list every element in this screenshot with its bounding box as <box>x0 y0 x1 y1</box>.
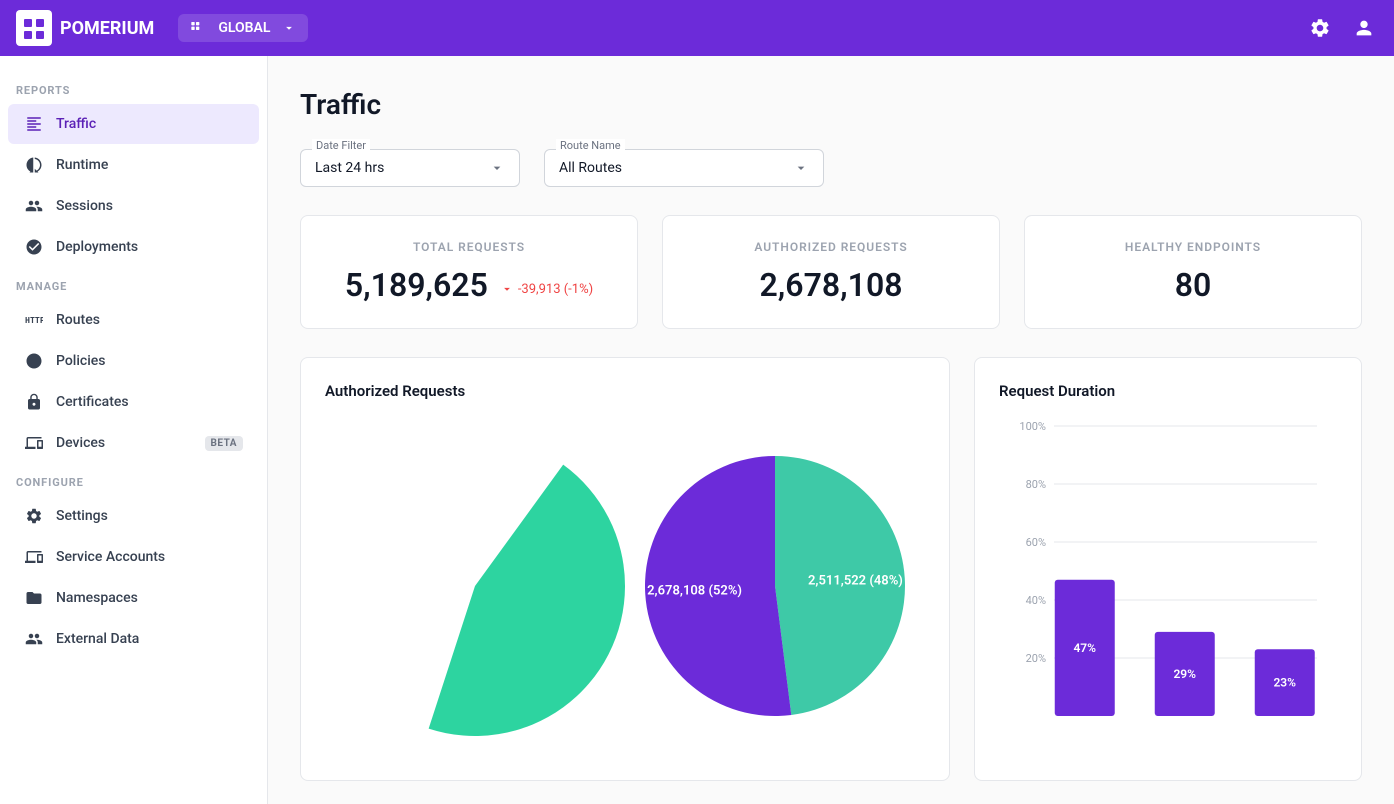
route-filter-select[interactable]: All Routes <box>544 149 824 187</box>
pie-chart <box>325 436 625 736</box>
page-title: Traffic <box>300 88 1362 121</box>
policies-icon <box>24 351 44 371</box>
route-filter-label: Route Name <box>556 139 625 152</box>
topbar-right <box>1306 14 1378 42</box>
total-requests-card: TOTAL REQUESTS 5,189,625 -39,913 (-1%) <box>300 215 638 329</box>
pie-chart-container: 2,511,522 (48%) 2,678,108 (52%) <box>325 416 925 756</box>
sidebar-item-runtime[interactable]: Runtime <box>8 145 259 185</box>
svg-text:2,511,522 (48%): 2,511,522 (48%) <box>808 573 903 588</box>
topbar-left: POMERIUM GLOBAL <box>16 10 308 46</box>
settings-sidebar-icon <box>24 506 44 526</box>
sidebar-item-namespaces[interactable]: Namespaces <box>8 578 259 618</box>
svg-text:40%: 40% <box>1026 594 1046 607</box>
beta-badge: BETA <box>205 436 244 451</box>
authorized-requests-chart-title: Authorized Requests <box>325 382 925 400</box>
svg-text:23%: 23% <box>1273 676 1296 690</box>
healthy-endpoints-label: HEALTHY ENDPOINTS <box>1049 240 1337 254</box>
user-icon[interactable] <box>1350 14 1378 42</box>
request-duration-chart-title: Request Duration <box>999 382 1337 400</box>
bar-chart-svg: 100% 80% 60% 40% 20% 47% 29% 23% <box>999 416 1337 736</box>
logo-icon <box>16 10 52 46</box>
sidebar-item-sessions[interactable]: Sessions <box>8 186 259 226</box>
authorized-requests-value: 2,678,108 <box>687 266 975 304</box>
configure-section-label: CONFIGURE <box>0 464 267 495</box>
svg-text:29%: 29% <box>1173 667 1196 681</box>
sidebar-item-devices[interactable]: Devices BETA <box>8 423 259 463</box>
certificates-icon <box>24 392 44 412</box>
sidebar-item-traffic[interactable]: Traffic <box>8 104 259 144</box>
manage-section-label: MANAGE <box>0 268 267 299</box>
devices-icon <box>24 433 44 453</box>
stats-row: TOTAL REQUESTS 5,189,625 -39,913 (-1%) A… <box>300 215 1362 329</box>
topbar: POMERIUM GLOBAL <box>0 0 1394 56</box>
settings-icon[interactable] <box>1306 14 1334 42</box>
svg-text:20%: 20% <box>1026 652 1046 665</box>
svg-text:2,678,108 (52%): 2,678,108 (52%) <box>647 583 742 598</box>
charts-row: Authorized Requests 2,511,522 (48%) 2,678… <box>300 357 1362 781</box>
healthy-endpoints-card: HEALTHY ENDPOINTS 80 <box>1024 215 1362 329</box>
bar-chart-container: 100% 80% 60% 40% 20% 47% 29% 23% <box>999 416 1337 756</box>
sessions-icon <box>24 196 44 216</box>
svg-text:80%: 80% <box>1026 478 1046 491</box>
sidebar: REPORTS Traffic Runtime Sessions Deploym… <box>0 56 268 804</box>
total-requests-change: -39,913 (-1%) <box>500 282 593 297</box>
logo: POMERIUM <box>16 10 154 46</box>
global-selector[interactable]: GLOBAL <box>178 14 308 42</box>
svg-text:HTTP: HTTP <box>25 315 43 325</box>
authorized-requests-chart: Authorized Requests 2,511,522 (48%) 2,678… <box>300 357 950 781</box>
routes-icon: HTTP <box>24 310 44 330</box>
reports-section-label: REPORTS <box>0 72 267 103</box>
total-requests-label: TOTAL REQUESTS <box>325 240 613 254</box>
filters-row: Date Filter Last 24 hrs Route Name All R… <box>300 149 1362 187</box>
external-data-icon <box>24 629 44 649</box>
authorized-requests-card: AUTHORIZED REQUESTS 2,678,108 <box>662 215 1000 329</box>
sidebar-item-routes[interactable]: HTTP Routes <box>8 300 259 340</box>
service-accounts-icon <box>24 547 44 567</box>
svg-text:60%: 60% <box>1026 536 1046 549</box>
route-filter-group: Route Name All Routes <box>544 149 824 187</box>
healthy-endpoints-value: 80 <box>1049 266 1337 304</box>
sidebar-item-service-accounts[interactable]: Service Accounts <box>8 537 259 577</box>
runtime-icon <box>24 155 44 175</box>
sidebar-item-deployments[interactable]: Deployments <box>8 227 259 267</box>
sidebar-item-certificates[interactable]: Certificates <box>8 382 259 422</box>
main-content: Traffic Date Filter Last 24 hrs Route Na… <box>268 56 1394 804</box>
pie-chart-svg: 2,511,522 (48%) 2,678,108 (52%) <box>625 436 925 736</box>
request-duration-chart: Request Duration 100% 80% 60% 40% 20% 47% 29% 2… <box>974 357 1362 781</box>
sidebar-item-policies[interactable]: Policies <box>8 341 259 381</box>
total-requests-value: 5,189,625 -39,913 (-1%) <box>325 266 613 304</box>
layout: REPORTS Traffic Runtime Sessions Deploym… <box>0 56 1394 804</box>
traffic-icon <box>24 114 44 134</box>
sidebar-item-external-data[interactable]: External Data <box>8 619 259 659</box>
date-filter-group: Date Filter Last 24 hrs <box>300 149 520 187</box>
date-filter-select[interactable]: Last 24 hrs <box>300 149 520 187</box>
authorized-requests-label: AUTHORIZED REQUESTS <box>687 240 975 254</box>
date-filter-label: Date Filter <box>312 139 370 152</box>
sidebar-item-settings[interactable]: Settings <box>8 496 259 536</box>
svg-text:47%: 47% <box>1073 641 1096 655</box>
deployments-icon <box>24 237 44 257</box>
svg-text:100%: 100% <box>1019 420 1046 433</box>
namespaces-icon <box>24 588 44 608</box>
